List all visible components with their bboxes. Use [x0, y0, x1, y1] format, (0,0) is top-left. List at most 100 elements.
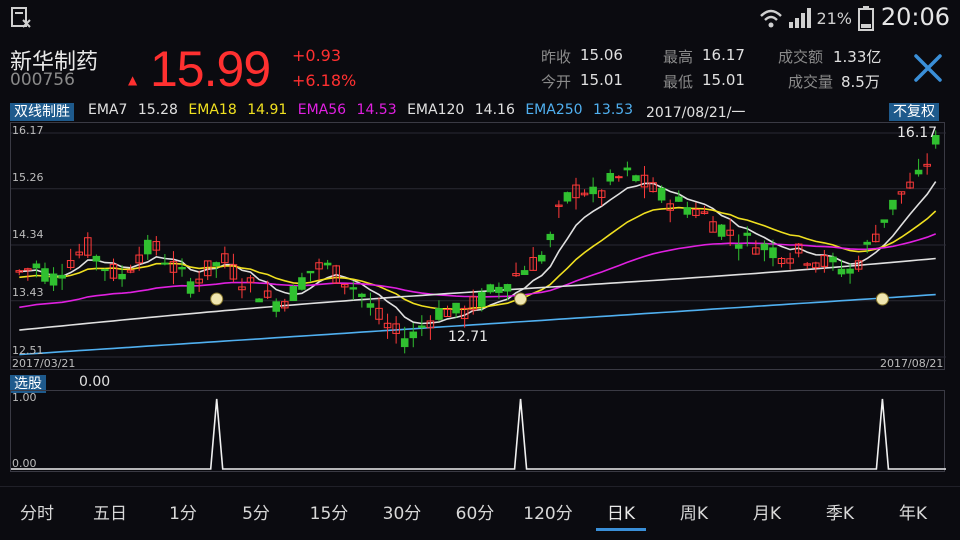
- x-start-date: 2017/03/21: [12, 357, 76, 370]
- stat-value-prev-close: 15.06: [580, 46, 623, 64]
- candle-body: [452, 302, 460, 314]
- buy-signal-icon: [875, 292, 889, 306]
- tab-week-k[interactable]: 周K: [680, 499, 708, 524]
- stat-value-open: 15.01: [580, 71, 623, 89]
- candle-body: [366, 303, 375, 308]
- ema-line: [19, 206, 937, 311]
- stat-label-open: 今开: [541, 73, 572, 91]
- sub-plot: [11, 398, 946, 470]
- candle-body: [272, 301, 281, 312]
- stat-value-low: 15.01: [702, 71, 745, 89]
- candle-body: [118, 273, 126, 280]
- candle-body: [632, 175, 640, 182]
- candle-body: [846, 268, 854, 274]
- candle-body: [161, 262, 169, 265]
- y-tick-12.51: 12.51: [12, 344, 44, 357]
- buy-signal-icon: [210, 292, 224, 306]
- candle-body: [829, 256, 837, 263]
- candle-body: [435, 308, 443, 320]
- ema56-label: EMA56: [297, 102, 347, 118]
- tab-five-day[interactable]: 五日: [93, 499, 127, 524]
- candle-body: [520, 270, 529, 275]
- ema-line: [19, 293, 936, 356]
- adjust-button[interactable]: 不复权: [889, 101, 939, 121]
- ema-legend: EMA7 15.28 EMA18 14.91 EMA56 14.53 EMA12…: [88, 102, 639, 118]
- y-tick-15.26: 15.26: [12, 171, 44, 184]
- candle-body: [32, 263, 41, 269]
- tab-5min[interactable]: 5分: [242, 499, 270, 524]
- wifi-icon: [760, 9, 782, 28]
- candle-body: [92, 255, 101, 262]
- tab-30min[interactable]: 30分: [383, 499, 422, 524]
- x-end-date: 2017/08/21: [880, 357, 944, 370]
- ema7-value: 15.28: [137, 102, 178, 118]
- candle-body: [537, 254, 546, 262]
- tab-15min[interactable]: 15分: [310, 499, 349, 524]
- stat-value-volume: 8.5万: [841, 73, 880, 91]
- sub-y-tick-0: 0.00: [12, 457, 37, 470]
- candle-body: [914, 169, 923, 175]
- price-up-icon: ▲: [128, 73, 138, 87]
- ema56-value: 14.53: [356, 102, 397, 118]
- tab-season-k[interactable]: 季K: [826, 499, 854, 524]
- tab-month-k[interactable]: 月K: [753, 499, 781, 524]
- indicator-name-tag[interactable]: 双线制胜: [10, 101, 74, 121]
- ema18-value: 14.91: [247, 102, 288, 118]
- tab-fenshi[interactable]: 分时: [20, 499, 54, 524]
- candle-body: [743, 232, 752, 236]
- status-bar: 21% 20:06: [0, 0, 960, 36]
- candle-body: [212, 262, 221, 267]
- candle-body: [101, 269, 109, 272]
- candle-body: [615, 176, 623, 179]
- candle-body: [418, 325, 426, 328]
- candle-body: [769, 247, 777, 259]
- stat-label-turnover: 成交额: [778, 48, 824, 66]
- tab-1min[interactable]: 1分: [169, 499, 197, 524]
- stock-code: 000756: [10, 70, 75, 90]
- signal-icon: [789, 8, 811, 28]
- candle-body: [298, 277, 306, 290]
- price-change: +0.93: [292, 46, 342, 65]
- stat-label-prev-close: 昨收: [541, 48, 572, 66]
- price-change-pct: +6.18%: [292, 71, 357, 90]
- tab-day-k[interactable]: 日K: [607, 499, 635, 524]
- candle-body: [323, 262, 332, 266]
- candle-body: [606, 172, 615, 182]
- sub-chart[interactable]: [10, 390, 946, 472]
- candle-body: [674, 196, 683, 202]
- candle-body: [734, 244, 743, 249]
- current-price: 15.99: [150, 41, 271, 97]
- low-price-label: 12.71: [448, 329, 489, 345]
- ema7-label: EMA7: [88, 102, 128, 118]
- candle-body: [889, 199, 897, 210]
- candle-body: [409, 331, 418, 339]
- candle-body: [49, 273, 58, 286]
- y-tick-16.17: 16.17: [12, 124, 44, 137]
- battery-percent: 21%: [816, 9, 852, 28]
- high-price-label: 16.17: [897, 125, 938, 141]
- ema120-value: 14.16: [474, 102, 515, 118]
- candle-body: [589, 186, 597, 195]
- candle-body: [683, 207, 692, 215]
- candle-body: [760, 243, 769, 251]
- candle-body: [255, 298, 263, 303]
- ema250-label: EMA250: [525, 102, 583, 118]
- sub-indicator-value: 0.00: [79, 374, 111, 390]
- candle-body: [880, 219, 889, 223]
- ema120-label: EMA120: [407, 102, 465, 118]
- candle-body: [41, 268, 49, 282]
- tab-120min[interactable]: 120分: [523, 499, 572, 524]
- candle-body: [623, 167, 632, 171]
- candle-body: [837, 268, 846, 275]
- active-tab-underline: [596, 528, 646, 531]
- tab-year-k[interactable]: 年K: [899, 499, 927, 524]
- ema18-label: EMA18: [188, 102, 237, 118]
- close-icon[interactable]: [910, 50, 946, 86]
- candle-body: [186, 281, 195, 294]
- candle-body: [178, 266, 186, 270]
- ema250-value: 13.53: [593, 102, 634, 118]
- candle-body: [717, 224, 726, 237]
- tab-60min[interactable]: 60分: [456, 499, 495, 524]
- sub-y-tick-1: 1.00: [12, 391, 37, 404]
- period-tabs: 分时 五日 1分 5分 15分 30分 60分 120分 日K 周K 月K 季K…: [0, 486, 960, 536]
